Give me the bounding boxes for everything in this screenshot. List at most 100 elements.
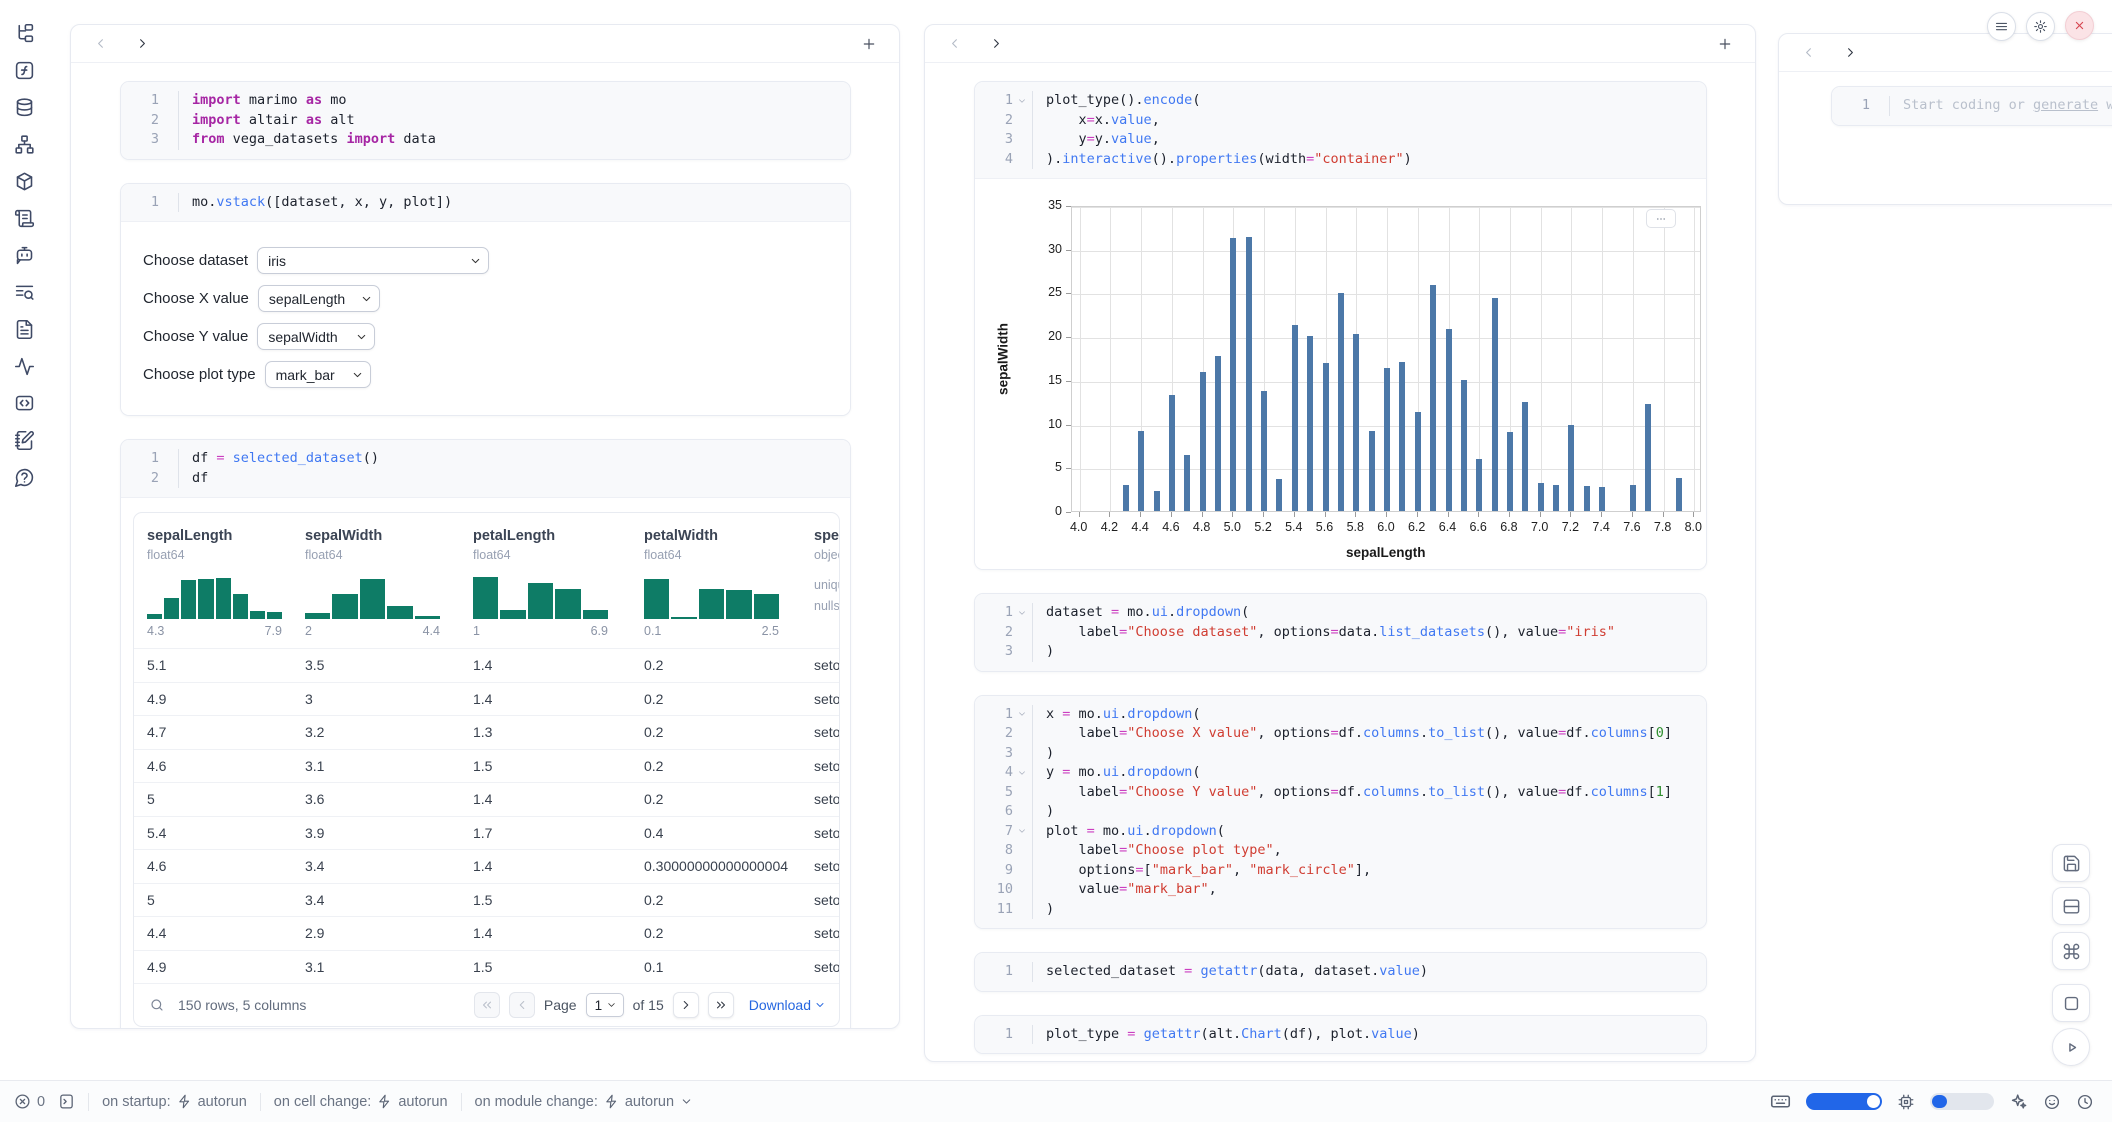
sidebar-item-scratchpad[interactable] bbox=[13, 429, 35, 451]
code-line-text[interactable]: import altair as alt bbox=[178, 111, 355, 131]
table-row[interactable]: 53.41.50.2setosa bbox=[134, 883, 839, 917]
dropdown-choose-dataset[interactable]: iris bbox=[257, 247, 489, 274]
code-line-text[interactable]: x = mo.ui.dropdown( bbox=[1032, 705, 1201, 725]
column-header-petalLength[interactable]: petalLengthfloat6416.9 bbox=[473, 527, 644, 638]
console-button[interactable] bbox=[2052, 984, 2090, 1022]
code-line-text[interactable]: options=["mark_bar", "mark_circle"], bbox=[1032, 861, 1371, 881]
previous-page-button[interactable] bbox=[509, 992, 535, 1018]
code-line-text[interactable]: plot = mo.ui.dropdown( bbox=[1032, 822, 1225, 842]
history-icon[interactable] bbox=[2076, 1093, 2094, 1111]
column-header-sepalWidth[interactable]: sepalWidthfloat6424.4 bbox=[305, 527, 473, 638]
runtime-config-1[interactable]: on cell change:autorun bbox=[274, 1094, 448, 1110]
fold-toggle-icon[interactable] bbox=[1013, 91, 1030, 111]
fold-toggle-icon[interactable] bbox=[1013, 763, 1030, 783]
terminal-button[interactable] bbox=[58, 1093, 75, 1110]
column-header-species[interactable]: speciesobjectunique:nulls: bbox=[814, 527, 839, 638]
column-header-sepalLength[interactable]: sepalLengthfloat644.37.9 bbox=[147, 527, 305, 638]
code-line-text[interactable]: import marimo as mo bbox=[178, 91, 346, 111]
code-line-text[interactable]: ) bbox=[1032, 900, 1054, 920]
settings-button[interactable] bbox=[2026, 12, 2055, 41]
errors-indicator[interactable]: 0 bbox=[14, 1093, 45, 1110]
shortcuts-button[interactable] bbox=[2052, 932, 2090, 970]
sidebar-item-packages[interactable] bbox=[13, 170, 35, 192]
code-line-text[interactable]: plot_type().encode( bbox=[1032, 91, 1200, 111]
keyboard-icon[interactable] bbox=[1770, 1091, 1791, 1112]
sidebar-item-snippets[interactable] bbox=[13, 392, 35, 414]
code-line-text[interactable]: label="Choose plot type", bbox=[1032, 841, 1282, 861]
table-row[interactable]: 4.63.41.40.30000000000000004setosa bbox=[134, 849, 839, 883]
code-editor[interactable]: 1plot_type = getattr(alt.Chart(df), plot… bbox=[975, 1016, 1706, 1054]
sidebar-item-tracing[interactable] bbox=[13, 355, 35, 377]
sidebar-item-documentation[interactable] bbox=[13, 318, 35, 340]
code-line-text[interactable]: ) bbox=[1032, 802, 1054, 822]
code-line-text[interactable]: label="Choose dataset", options=data.lis… bbox=[1032, 623, 1615, 643]
sidebar-item-file-explorer[interactable] bbox=[13, 22, 35, 44]
dropdown-choose-x-value[interactable]: sepalLength bbox=[258, 285, 380, 312]
column-header-petalWidth[interactable]: petalWidthfloat640.12.5 bbox=[644, 527, 814, 638]
close-button[interactable] bbox=[2065, 11, 2094, 40]
code-editor[interactable]: 1dataset = mo.ui.dropdown(2 label="Choos… bbox=[975, 594, 1706, 671]
table-row[interactable]: 5.13.51.40.2setosa bbox=[134, 648, 839, 682]
dropdown-choose-plot-type[interactable]: mark_bar bbox=[265, 361, 371, 388]
code-editor[interactable]: 1selected_dataset = getattr(data, datase… bbox=[975, 953, 1706, 991]
table-row[interactable]: 4.73.21.30.2setosa bbox=[134, 715, 839, 749]
code-line-text[interactable]: value="mark_bar", bbox=[1032, 880, 1217, 900]
fold-toggle-icon[interactable] bbox=[1013, 603, 1030, 623]
code-line-text[interactable]: plot_type = getattr(alt.Chart(df), plot.… bbox=[1032, 1025, 1420, 1045]
search-icon[interactable] bbox=[149, 997, 165, 1013]
table-row[interactable]: 5.43.91.70.4setosa bbox=[134, 816, 839, 850]
nav-forward-button[interactable] bbox=[135, 36, 150, 51]
table-row[interactable]: 53.61.40.2setosa bbox=[134, 782, 839, 816]
code-editor[interactable]: 1mo.vstack([dataset, x, y, plot]) bbox=[121, 184, 850, 222]
generate-with-ai-link[interactable]: generate bbox=[2033, 97, 2098, 113]
code-line-text[interactable]: label="Choose X value", options=df.colum… bbox=[1032, 724, 1672, 744]
sidebar-item-dependencies[interactable] bbox=[13, 133, 35, 155]
save-button[interactable] bbox=[2052, 844, 2090, 882]
runtime-config-2[interactable]: on module change:autorun bbox=[475, 1094, 694, 1110]
feedback-icon[interactable] bbox=[2043, 1093, 2061, 1111]
nav-back-button[interactable] bbox=[93, 36, 108, 51]
code-line-text[interactable]: df bbox=[178, 469, 208, 489]
first-page-button[interactable] bbox=[474, 992, 500, 1018]
next-page-button[interactable] bbox=[673, 992, 699, 1018]
nav-forward-button[interactable] bbox=[989, 36, 1004, 51]
run-button[interactable] bbox=[2052, 1028, 2090, 1066]
fold-toggle-icon[interactable] bbox=[1013, 822, 1030, 842]
panel-layout-button[interactable] bbox=[2052, 887, 2090, 925]
code-line-text[interactable]: dataset = mo.ui.dropdown( bbox=[1032, 603, 1249, 623]
code-editor[interactable]: 1x = mo.ui.dropdown(2 label="Choose X va… bbox=[975, 696, 1706, 929]
page-select[interactable]: 1 bbox=[586, 993, 624, 1017]
code-line-text[interactable]: y=y.value, bbox=[1032, 130, 1160, 150]
code-line-text[interactable]: from vega_datasets import data bbox=[178, 130, 436, 150]
code-line-text[interactable]: y = mo.ui.dropdown( bbox=[1032, 763, 1201, 783]
sidebar-item-help[interactable] bbox=[13, 466, 35, 488]
code-editor[interactable]: 1df = selected_dataset()2df bbox=[121, 440, 850, 497]
code-line-text[interactable]: ).interactive().properties(width="contai… bbox=[1032, 150, 1412, 170]
sidebar-item-functions[interactable] bbox=[13, 59, 35, 81]
sidebar-item-logs[interactable] bbox=[13, 207, 35, 229]
sidebar-item-ai-chat[interactable] bbox=[13, 244, 35, 266]
code-line-text[interactable]: selected_dataset = getattr(data, dataset… bbox=[1032, 962, 1428, 982]
menu-button[interactable] bbox=[1987, 12, 2016, 41]
code-line-text[interactable]: ) bbox=[1032, 642, 1054, 662]
add-cell-button[interactable] bbox=[1717, 36, 1733, 52]
code-line-text[interactable]: df = selected_dataset() bbox=[178, 449, 379, 469]
code-line-text[interactable]: x=x.value, bbox=[1032, 111, 1160, 131]
add-cell-button[interactable] bbox=[861, 36, 877, 52]
table-row[interactable]: 4.931.40.2setosa bbox=[134, 682, 839, 716]
last-page-button[interactable] bbox=[708, 992, 734, 1018]
code-line-text[interactable]: mo.vstack([dataset, x, y, plot]) bbox=[178, 193, 452, 213]
fold-toggle-icon[interactable] bbox=[1013, 705, 1030, 725]
code-editor[interactable]: 1plot_type().encode(2 x=x.value,3 y=y.va… bbox=[975, 82, 1706, 178]
code-line-text[interactable]: ) bbox=[1032, 744, 1054, 764]
sidebar-item-search-logs[interactable] bbox=[13, 281, 35, 303]
table-row[interactable]: 4.63.11.50.2setosa bbox=[134, 749, 839, 783]
sidebar-item-datasources[interactable] bbox=[13, 96, 35, 118]
code-editor[interactable]: 1import marimo as mo2import altair as al… bbox=[121, 82, 850, 159]
altair-chart[interactable]: 051015202530354.04.24.44.64.85.05.25.45.… bbox=[975, 179, 1706, 569]
code-editor[interactable]: 1Start coding or generate with AI bbox=[1832, 87, 2112, 125]
chart-menu-button[interactable] bbox=[1646, 209, 1676, 228]
nav-back-button[interactable] bbox=[1801, 45, 1816, 60]
ai-sparkles-icon[interactable] bbox=[2009, 1092, 2028, 1111]
nav-back-button[interactable] bbox=[947, 36, 962, 51]
